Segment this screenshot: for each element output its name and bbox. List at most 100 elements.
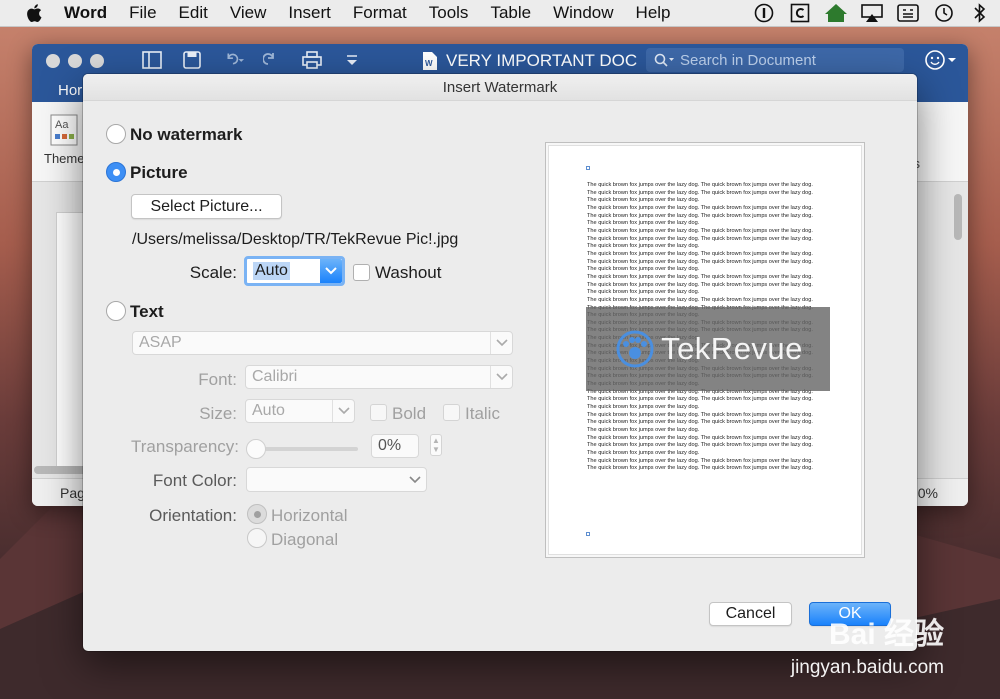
no-watermark-radio[interactable] — [106, 124, 126, 144]
ribbon-tab-home[interactable]: Hor — [58, 82, 82, 99]
text-label[interactable]: Text — [130, 302, 164, 322]
print-icon[interactable] — [300, 48, 324, 72]
preview-line: The quick brown fox jumps over the lazy … — [587, 449, 700, 456]
diagonal-label: Diagonal — [271, 530, 339, 549]
dialog-title: Insert Watermark — [83, 74, 917, 101]
time-machine-icon[interactable] — [932, 2, 956, 24]
preview-line: The quick brown fox jumps over the lazy … — [587, 427, 700, 433]
chevron-down-icon — [490, 366, 512, 388]
stepper-down-icon: ▼ — [432, 445, 440, 454]
cancel-button[interactable]: Cancel — [709, 602, 792, 626]
picture-label[interactable]: Picture — [130, 163, 188, 183]
svg-text:W: W — [425, 59, 433, 68]
keyboard-icon[interactable] — [896, 2, 920, 24]
preview-line: The quick brown fox jumps over the lazy … — [587, 411, 813, 418]
size-value: Auto — [252, 402, 285, 419]
zoom-window-button[interactable] — [90, 54, 104, 68]
minimize-window-button[interactable] — [68, 54, 82, 68]
feedback-smiley-icon[interactable] — [924, 49, 958, 76]
document-search-field[interactable]: Search in Document — [646, 48, 904, 72]
home-icon[interactable] — [824, 2, 848, 24]
window-controls — [46, 54, 104, 68]
preview-line: The quick brown fox jumps over the lazy … — [587, 182, 813, 188]
scale-value: Auto — [253, 262, 290, 280]
transparency-field[interactable]: 0% — [371, 434, 419, 458]
no-watermark-label[interactable]: No watermark — [130, 125, 242, 145]
sidebar-icon[interactable] — [140, 48, 164, 72]
themes-button[interactable]: Aa Theme — [44, 114, 84, 166]
italic-label: Italic — [465, 404, 500, 423]
vertical-scrollbar[interactable] — [954, 194, 962, 240]
bluetooth-icon[interactable] — [968, 2, 992, 24]
picture-path: /Users/melissa/Desktop/TR/TekRevue Pic!.… — [132, 231, 459, 248]
c-icon[interactable] — [788, 2, 812, 24]
italic-checkbox[interactable] — [443, 404, 460, 421]
page-indicator[interactable]: Pag — [60, 485, 85, 501]
size-combobox[interactable]: Auto — [245, 399, 355, 423]
font-dropdown[interactable]: Calibri — [245, 365, 513, 389]
watermark-text-combobox[interactable]: ASAP — [132, 331, 513, 355]
preview-line: The quick brown fox jumps over the lazy … — [587, 197, 700, 204]
text-radio[interactable] — [106, 301, 126, 321]
preview-line: The quick brown fox jumps over the lazy … — [587, 266, 700, 273]
scale-dropdown[interactable]: Auto — [244, 256, 345, 286]
chevron-down-icon — [332, 400, 354, 422]
customize-toolbar-icon[interactable] — [340, 48, 364, 72]
themes-icon: Aa — [50, 114, 78, 146]
close-window-button[interactable] — [46, 54, 60, 68]
menu-help[interactable]: Help — [636, 3, 671, 23]
baidu-jingyan-logo: Bai 经验 — [828, 618, 944, 651]
save-icon[interactable] — [180, 48, 204, 72]
chevron-down-icon — [404, 468, 426, 491]
preview-line: The quick brown fox jumps over the lazy … — [587, 220, 700, 227]
preview-line: The quick brown fox jumps over the lazy … — [587, 235, 813, 242]
chevron-down-icon — [320, 259, 342, 283]
airplay-icon[interactable] — [860, 2, 884, 24]
paragraph-mark — [586, 166, 590, 170]
paragraph-mark — [586, 532, 590, 536]
horizontal-radio[interactable] — [247, 504, 267, 524]
undo-icon[interactable] — [220, 48, 244, 72]
menu-edit[interactable]: Edit — [179, 3, 208, 23]
diagonal-radio[interactable] — [247, 528, 267, 548]
font-color-dropdown[interactable] — [246, 467, 427, 492]
select-picture-button[interactable]: Select Picture... — [131, 194, 282, 219]
washout-checkbox[interactable] — [353, 264, 370, 281]
document-page-edge — [56, 212, 86, 472]
preview-line: The quick brown fox jumps over the lazy … — [587, 434, 813, 441]
size-label: Size: — [199, 404, 237, 423]
washout-label[interactable]: Washout — [375, 263, 441, 283]
preview-line: The quick brown fox jumps over the lazy … — [587, 419, 813, 426]
picture-radio[interactable] — [106, 162, 126, 182]
preview-line: The quick brown fox jumps over the lazy … — [587, 281, 813, 288]
zoom-level[interactable]: 0% — [918, 479, 938, 506]
transparency-slider-knob[interactable] — [246, 439, 266, 459]
preview-line: The quick brown fox jumps over the lazy … — [587, 296, 813, 303]
font-color-label: Font Color: — [152, 471, 237, 490]
menu-insert[interactable]: Insert — [288, 3, 331, 23]
preview-line: The quick brown fox jumps over the lazy … — [587, 273, 813, 280]
menu-table[interactable]: Table — [490, 3, 531, 23]
preview-line: The quick brown fox jumps over the lazy … — [587, 465, 813, 472]
bold-checkbox[interactable] — [370, 404, 387, 421]
menu-window[interactable]: Window — [553, 3, 613, 23]
bold-label: Bold — [392, 404, 427, 423]
menu-file[interactable]: File — [129, 3, 156, 23]
menu-view[interactable]: View — [230, 3, 267, 23]
themes-label: Theme — [44, 151, 85, 166]
redo-icon[interactable] — [260, 48, 284, 72]
menu-app-name[interactable]: Word — [64, 3, 107, 23]
watermark-image: TekRevue — [586, 307, 830, 391]
apple-menu-icon[interactable] — [24, 2, 46, 24]
menu-format[interactable]: Format — [353, 3, 407, 23]
accessibility-icon[interactable] — [752, 2, 776, 24]
preview-line: The quick brown fox jumps over the lazy … — [587, 250, 813, 257]
transparency-stepper[interactable]: ▲ ▼ — [430, 434, 442, 456]
preview-line: The quick brown fox jumps over the lazy … — [587, 227, 813, 234]
preview-line: The quick brown fox jumps over the lazy … — [587, 243, 700, 250]
menu-tools[interactable]: Tools — [429, 3, 469, 23]
orientation-label: Orientation: — [149, 506, 237, 525]
watermark-text-value: ASAP — [139, 334, 182, 351]
svg-text:Aa: Aa — [55, 119, 69, 131]
preview-page: The quick brown fox jumps over the lazy … — [549, 146, 861, 554]
